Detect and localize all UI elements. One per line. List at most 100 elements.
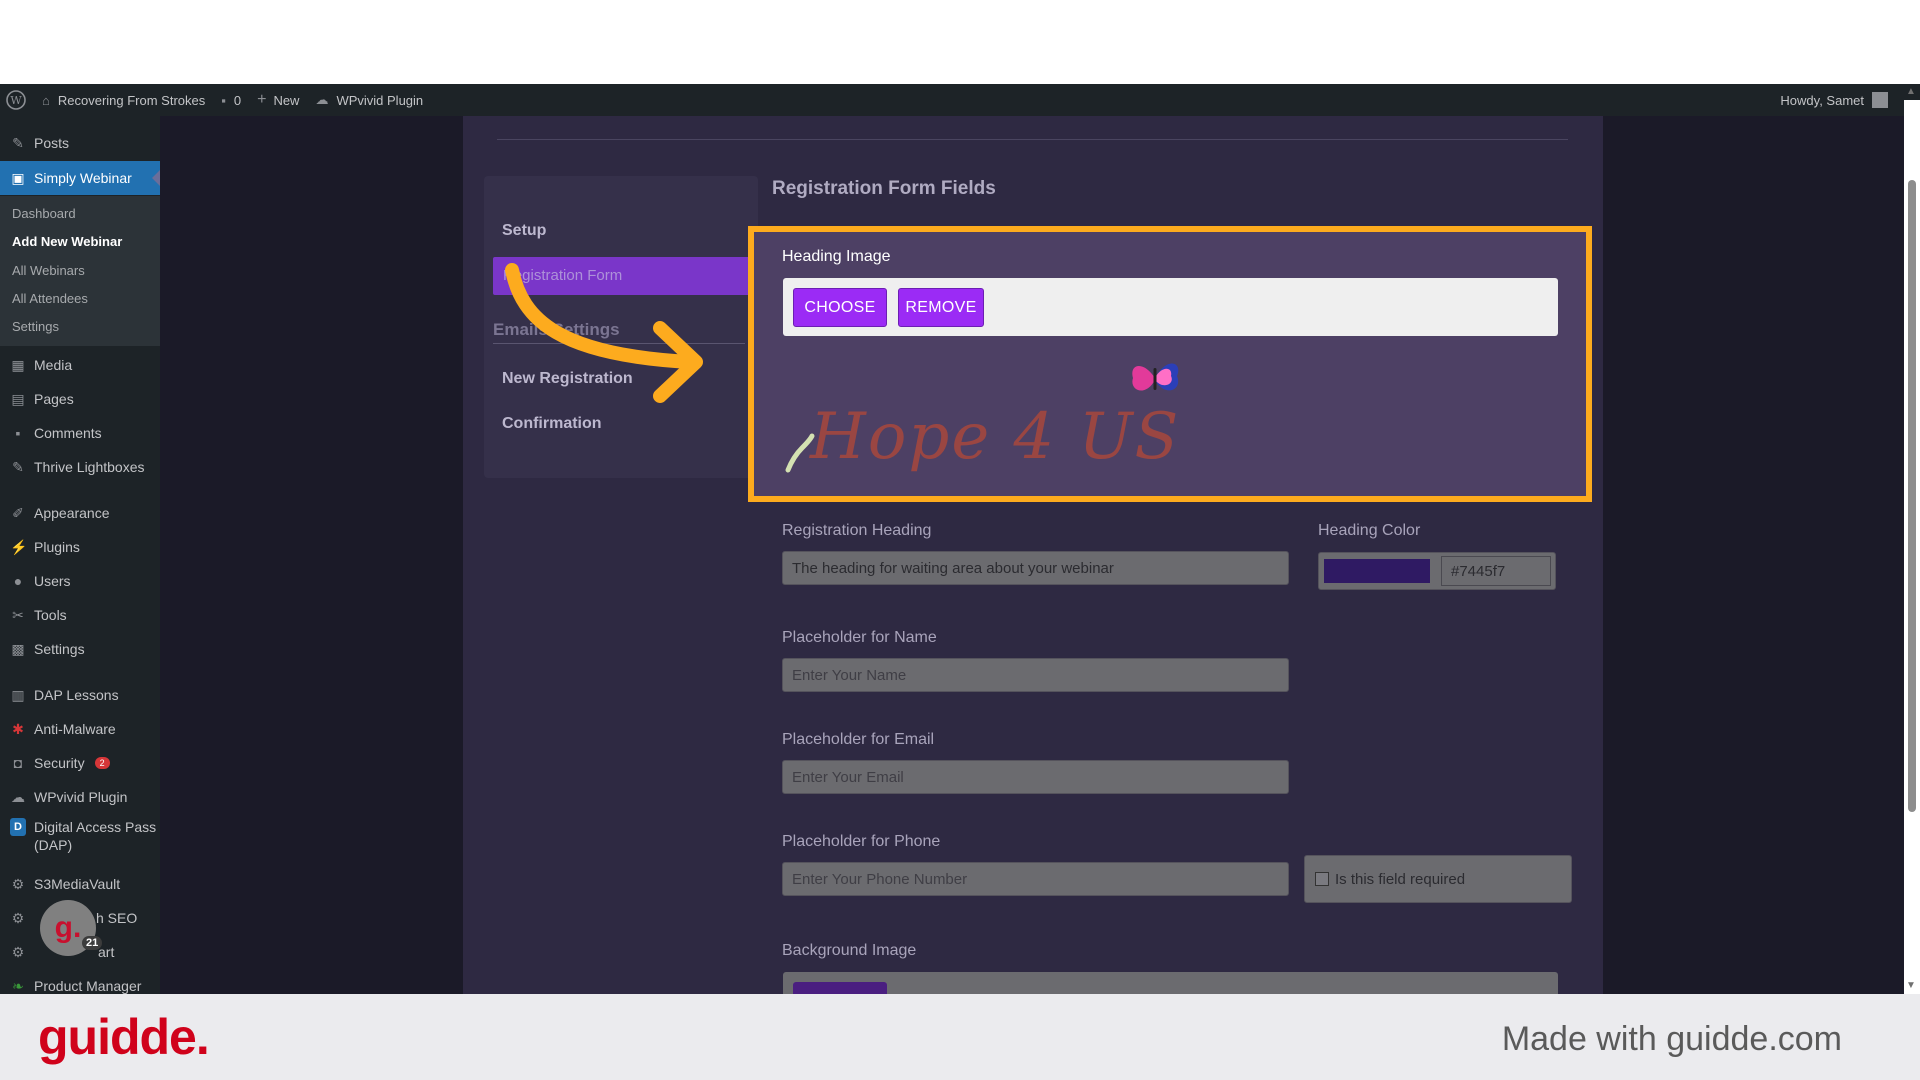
pages-icon: ▤ xyxy=(11,390,25,407)
registration-heading-input[interactable]: The heading for waiting area about your … xyxy=(782,551,1289,585)
new-label: New xyxy=(273,92,300,108)
scroll-up-icon[interactable]: ▲ xyxy=(1906,86,1916,97)
lock-icon: ◘ xyxy=(13,755,23,771)
svg-text:W: W xyxy=(10,94,22,107)
phone-placeholder-label: Placeholder for Phone xyxy=(782,833,941,850)
sidebar-item-pages[interactable]: ▤ Pages xyxy=(0,382,160,416)
comment-icon: ▪ xyxy=(221,92,226,108)
sidebar-item-posts[interactable]: ✎ Posts xyxy=(0,126,160,160)
site-name-label: Recovering From Strokes xyxy=(57,92,206,108)
sidebar-item-label: Tools xyxy=(34,607,67,623)
submenu-settings[interactable]: Settings xyxy=(12,319,59,334)
submenu-dashboard[interactable]: Dashboard xyxy=(12,206,76,221)
wordpress-logo-icon[interactable]: W xyxy=(0,84,34,116)
sidebar-item-label: h SEO xyxy=(96,910,138,926)
email-placeholder-label: Placeholder for Email xyxy=(782,731,935,748)
media-icon: ▦ xyxy=(11,356,25,373)
sidebar-item-anti-malware[interactable]: ✱ Anti-Malware xyxy=(0,712,160,746)
gear-icon: ⚙ xyxy=(11,909,25,926)
phone-required-toggle[interactable]: Is this field required xyxy=(1304,855,1572,903)
sidebar-item-s3mediavault[interactable]: ⚙ S3MediaVault xyxy=(0,867,160,901)
wpvivid-adminbar-link[interactable]: ☁ WPvivid Plugin xyxy=(307,84,431,116)
user-icon: ● xyxy=(13,573,23,589)
wp-admin-bar: W ⌂ Recovering From Strokes ▪ 0 + New ☁ … xyxy=(0,84,1920,116)
cloud-icon: ☁ xyxy=(315,92,329,107)
sidebar-item-label: Settings xyxy=(34,641,85,657)
sidebar-item-label: Digital Access Pass xyxy=(34,819,157,835)
email-placeholder-input[interactable]: Enter Your Email xyxy=(782,760,1289,794)
background-image-label: Background Image xyxy=(782,942,917,959)
sidebar-item-tools[interactable]: ✂ Tools xyxy=(0,598,160,632)
sidebar-item-label: DAP Lessons xyxy=(34,687,119,703)
sidebar-item-label: Pages xyxy=(34,391,74,407)
sidebar-item-label: Plugins xyxy=(34,539,80,555)
comments-count: 0 xyxy=(233,92,242,108)
wrench-icon: ✂ xyxy=(12,606,24,623)
active-indicator xyxy=(152,170,160,186)
name-placeholder-input[interactable]: Enter Your Name xyxy=(782,658,1289,692)
sidebar-item-media[interactable]: ▦ Media xyxy=(0,348,160,382)
sidebar-item-label: Media xyxy=(34,357,73,373)
tutorial-arrow-icon xyxy=(505,263,703,403)
comments-link[interactable]: ▪ 0 xyxy=(213,84,249,116)
scroll-down-icon[interactable]: ▼ xyxy=(1906,980,1916,991)
my-account-link[interactable]: Howdy, Samet xyxy=(1780,84,1888,116)
sidebar-item-users[interactable]: ● Users xyxy=(0,564,160,598)
sidebar-item-label: Security xyxy=(34,755,85,771)
guidde-logo: guidde. xyxy=(38,1009,210,1065)
choose-button[interactable]: CHOOSE xyxy=(793,288,887,327)
sidebar-item-label-2: (DAP) xyxy=(34,837,73,853)
sidebar-item-label: WPvivid Plugin xyxy=(34,789,128,805)
webinar-icon: ▣ xyxy=(11,169,25,186)
required-checkbox[interactable] xyxy=(1315,872,1329,886)
heading-color-hex-input[interactable]: #7445f7 xyxy=(1441,556,1551,586)
divider xyxy=(497,139,1568,140)
new-content-link[interactable]: + New xyxy=(249,84,307,116)
sidebar-item-appearance[interactable]: ✐ Appearance xyxy=(0,496,160,530)
scrollbar-thumb[interactable] xyxy=(1908,180,1916,812)
sidebar-item-wpvivid[interactable]: ☁ WPvivid Plugin xyxy=(0,780,160,814)
site-name-link[interactable]: ⌂ Recovering From Strokes xyxy=(34,84,213,116)
gear-icon: ⚙ xyxy=(11,943,25,960)
heading-color-swatch[interactable] xyxy=(1324,559,1430,583)
submenu-all-attendees[interactable]: All Attendees xyxy=(12,291,88,306)
brush-icon: ✐ xyxy=(12,504,24,521)
phone-placeholder-input[interactable]: Enter Your Phone Number xyxy=(782,862,1289,896)
sidebar-item-label: Thrive Lightboxes xyxy=(34,459,145,475)
home-icon: ⌂ xyxy=(42,92,50,108)
pushpin-icon: ✎ xyxy=(12,134,24,151)
sidebar-item-label: Simply Webinar xyxy=(34,170,132,186)
security-count-badge: 2 xyxy=(94,757,110,769)
background-image-toolbar xyxy=(783,972,1558,994)
sidebar-item-simply-webinar[interactable]: ▣ Simply Webinar xyxy=(0,161,160,195)
sidebar-item-security[interactable]: ◘ Security 2 xyxy=(0,746,160,780)
sidebar-item-product-manager[interactable]: ❧ Product Manager xyxy=(0,969,160,995)
sidebar-item-dap[interactable]: D Digital Access Pass (DAP) xyxy=(0,814,160,856)
nav-setup[interactable]: Setup xyxy=(502,222,546,240)
submenu-add-new-webinar[interactable]: Add New Webinar xyxy=(12,234,122,249)
guidde-count-badge: 21 xyxy=(82,936,103,950)
sidebar-item-label: Posts xyxy=(34,135,70,151)
nav-confirmation[interactable]: Confirmation xyxy=(502,415,602,433)
sidebar-item-settings[interactable]: ▩ Settings xyxy=(0,632,160,666)
heading-color-label: Heading Color xyxy=(1318,522,1421,539)
sidebar-item-label-group: Digital Access Pass (DAP) xyxy=(34,818,156,854)
sidebar-item-label: Appearance xyxy=(34,505,110,521)
leaf-icon: ❧ xyxy=(12,977,24,994)
dap-icon: D xyxy=(10,818,26,836)
remove-button[interactable]: REMOVE xyxy=(898,288,984,327)
sidebar-item-plugins[interactable]: ⚡ Plugins xyxy=(0,530,160,564)
heading-image-preview-text: Hope 4 US xyxy=(810,400,1181,474)
name-placeholder-label: Placeholder for Name xyxy=(782,629,937,646)
gear-icon: ⚙ xyxy=(11,875,25,892)
sidebar-item-thrive-lightboxes[interactable]: ✎ Thrive Lightboxes xyxy=(0,450,160,484)
wpvivid-label: WPvivid Plugin xyxy=(336,92,424,108)
plugin-icon: ⚡ xyxy=(10,538,28,555)
sidebar-item-label: Anti-Malware xyxy=(34,721,116,737)
sidebar-item-label: Users xyxy=(34,573,71,589)
submenu-all-webinars[interactable]: All Webinars xyxy=(12,263,85,278)
sidebar-item-comments[interactable]: ▪ Comments xyxy=(0,416,160,450)
sidebar-item-dap-lessons[interactable]: ▥ DAP Lessons xyxy=(0,678,160,712)
butterfly-icon xyxy=(1132,363,1179,391)
background-choose-button[interactable] xyxy=(793,982,887,994)
